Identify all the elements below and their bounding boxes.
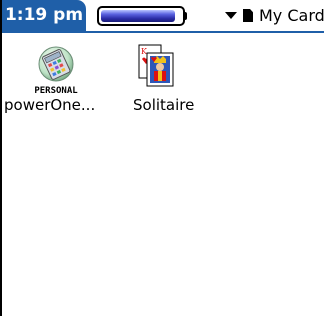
playing-card-icon: K — [138, 44, 174, 88]
app-solitaire[interactable]: K Solitaire — [120, 44, 200, 116]
app-powerone[interactable]: PERSONAL powerOne... — [4, 44, 114, 116]
calculator-icon: PERSONAL — [26, 44, 86, 96]
title-bar-underline — [2, 31, 324, 33]
category-label: My Card — [259, 6, 324, 25]
battery-body — [97, 6, 185, 26]
dropdown-arrow-icon — [225, 12, 237, 19]
launcher-screen: 1:19 pm My Card PERSONAL powerOne... K S… — [0, 0, 324, 316]
app-label: powerOne... — [4, 96, 96, 114]
clock-tab[interactable]: 1:19 pm — [2, 0, 86, 31]
battery-icon[interactable] — [97, 6, 187, 26]
title-bar: 1:19 pm My Card — [2, 0, 324, 33]
app-label: Solitaire — [133, 96, 195, 114]
battery-terminal — [183, 12, 187, 20]
category-dropdown[interactable]: My Card — [225, 0, 324, 31]
icon-caption: PERSONAL — [34, 86, 78, 96]
battery-level-fill — [101, 10, 175, 22]
memory-card-icon — [243, 9, 253, 22]
